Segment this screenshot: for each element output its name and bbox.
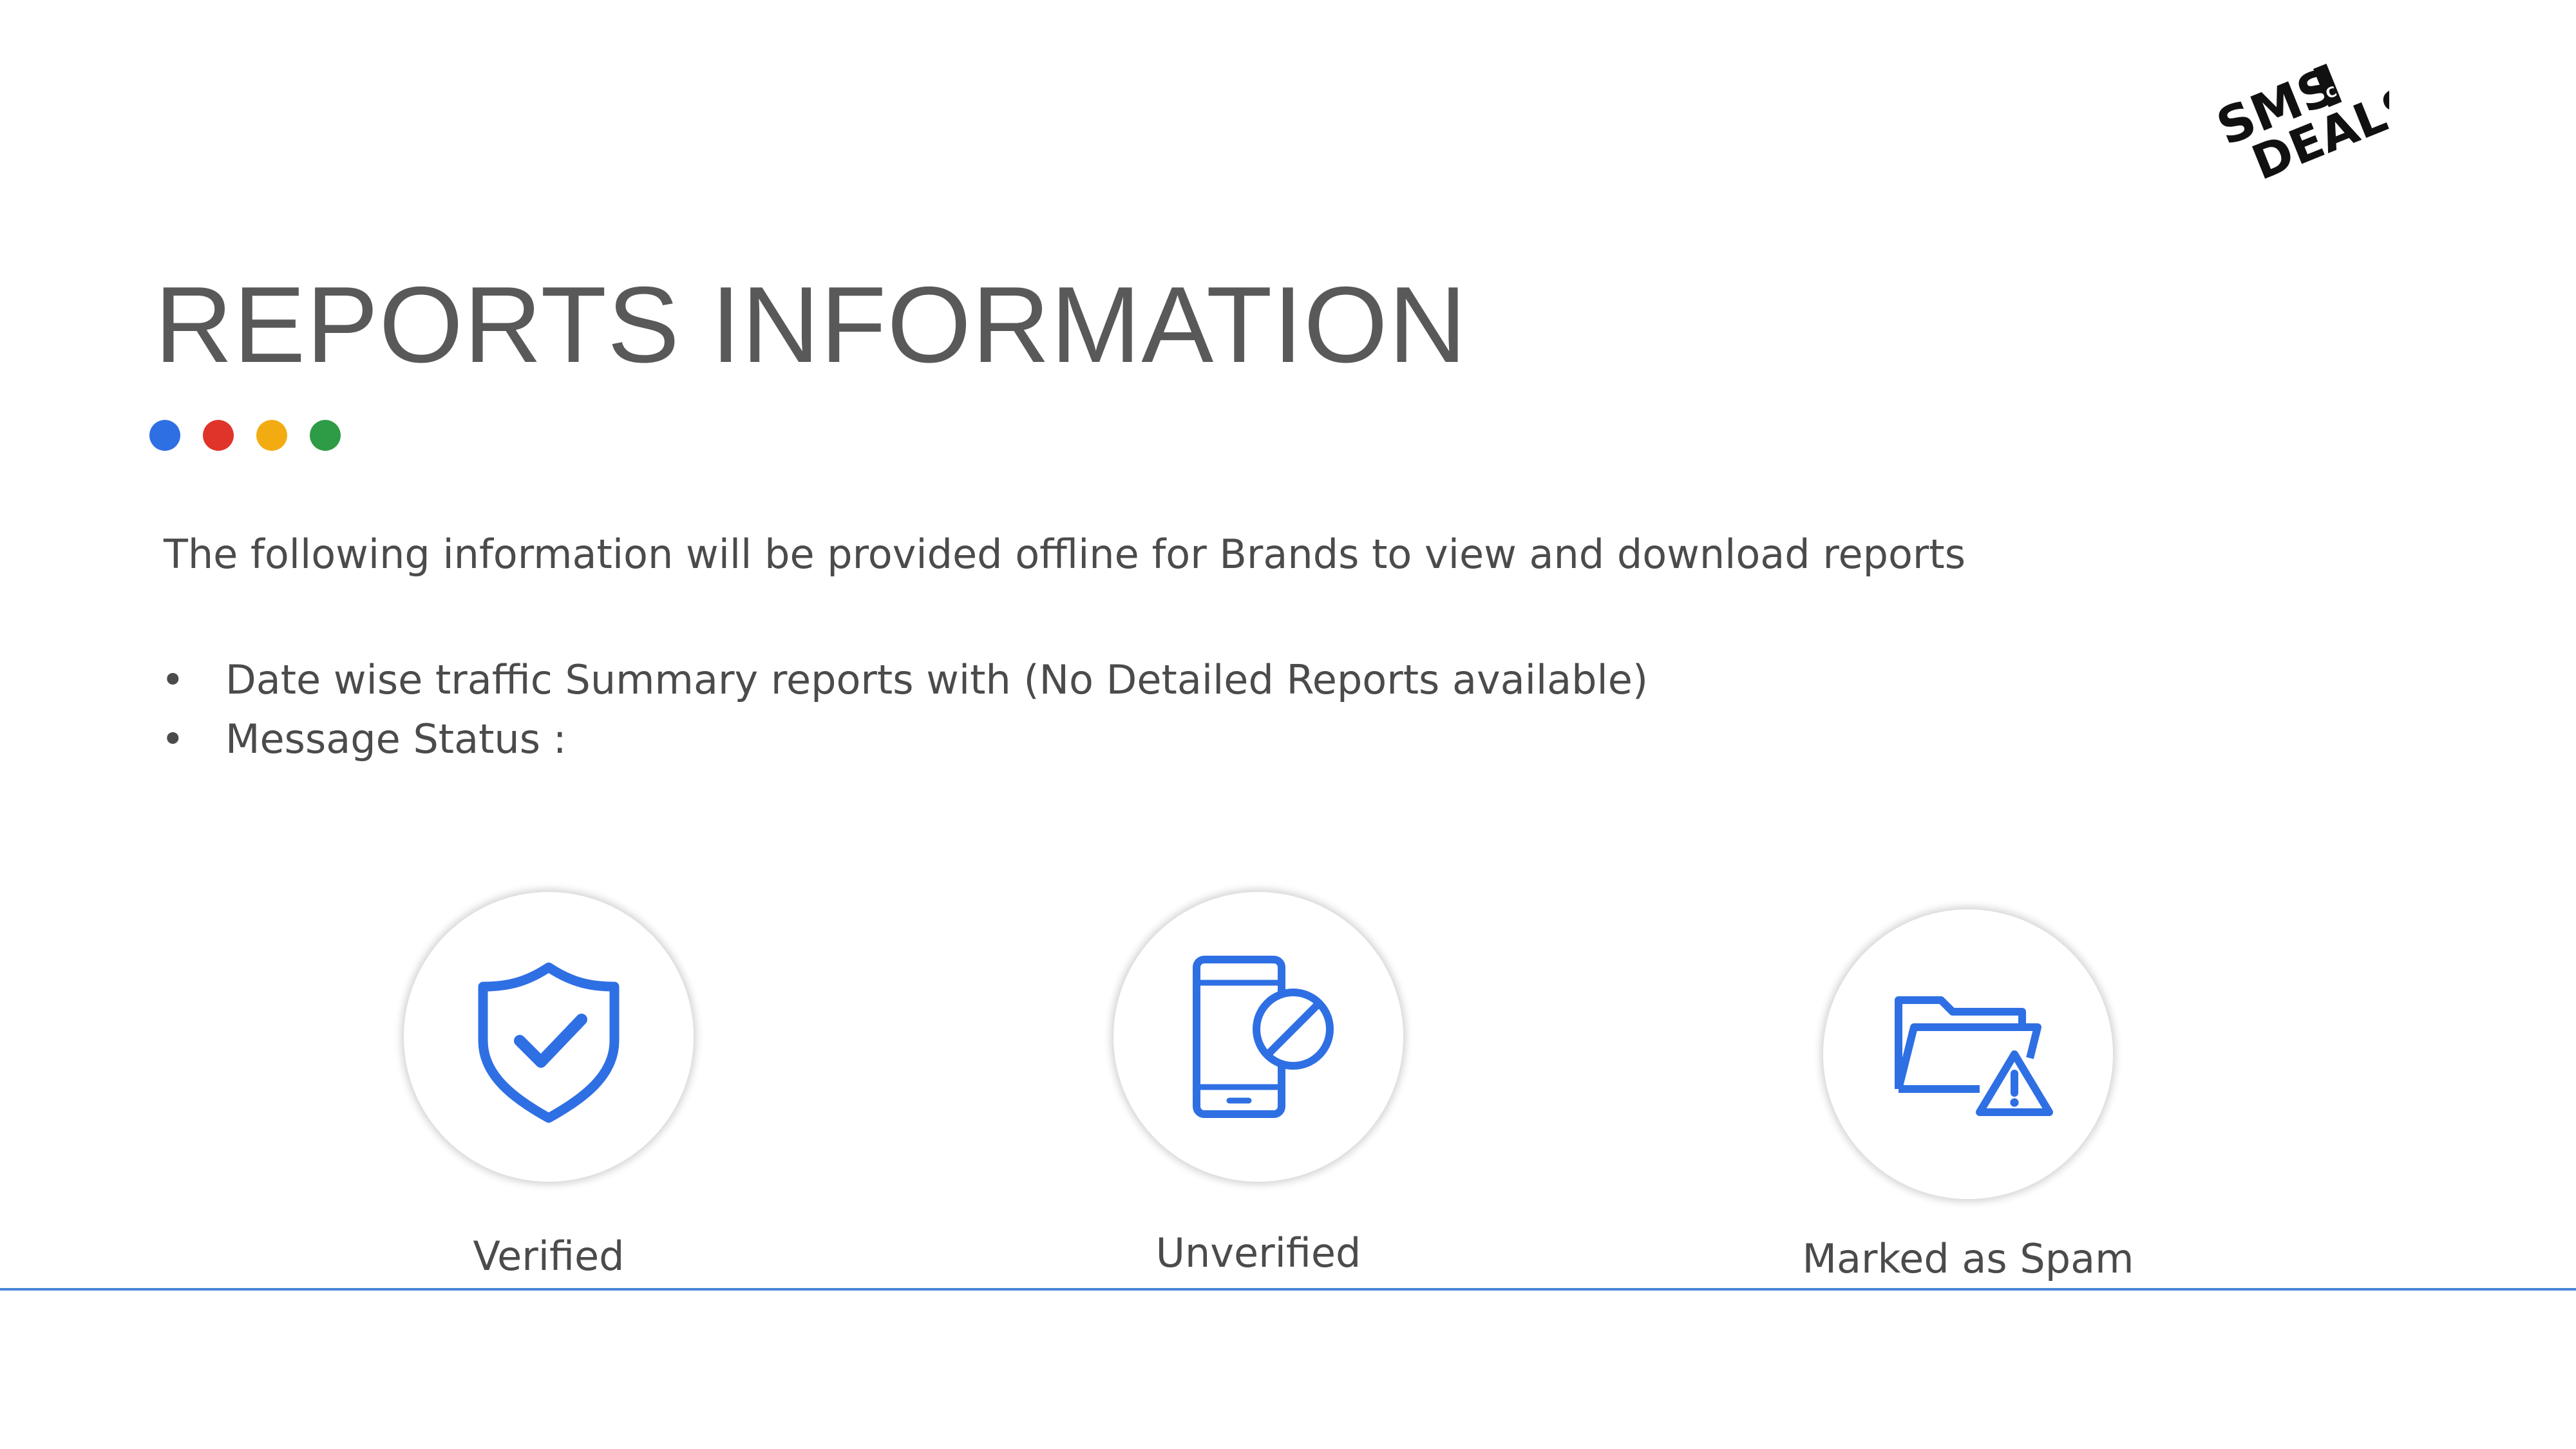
intro-text: The following information will be provid… bbox=[164, 531, 1966, 578]
bullet-text: Message Status : bbox=[225, 715, 567, 762]
bullet-item-traffic: • Date wise traffic Summary reports with… bbox=[161, 650, 1648, 710]
bullet-mark: • bbox=[161, 656, 185, 703]
bullet-mark: • bbox=[161, 715, 185, 762]
brand-logo: SMS DEALS C bbox=[2202, 57, 2426, 191]
color-dots bbox=[149, 420, 341, 451]
status-circle bbox=[1113, 892, 1403, 1182]
shield-check-icon bbox=[478, 962, 620, 1123]
bullet-item-status: • Message Status : bbox=[161, 710, 1648, 769]
status-circle bbox=[1823, 909, 2113, 1199]
dot-blue bbox=[149, 420, 180, 451]
dot-yellow bbox=[256, 420, 287, 451]
divider-line bbox=[0, 1288, 2576, 1291]
dot-green bbox=[310, 420, 341, 451]
folder-warning-icon bbox=[1895, 996, 2053, 1116]
bullet-list: • Date wise traffic Summary reports with… bbox=[161, 650, 1648, 769]
phone-blocked-icon bbox=[1193, 956, 1334, 1118]
status-label-unverified: Unverified bbox=[1155, 1229, 1361, 1276]
bullet-text: Date wise traffic Summary reports with (… bbox=[225, 656, 1649, 703]
status-circle bbox=[404, 892, 694, 1182]
status-label-spam: Marked as Spam bbox=[1802, 1235, 2134, 1282]
status-unverified: Unverified bbox=[1052, 892, 1464, 1273]
dot-red bbox=[203, 420, 234, 451]
status-label-verified: Verified bbox=[473, 1233, 625, 1280]
status-spam: Marked as Spam bbox=[1762, 909, 2174, 1279]
page-title: REPORTS INFORMATION bbox=[155, 264, 1468, 385]
brand-logo-graphic: SMS DEALS C bbox=[2209, 57, 2426, 191]
status-verified: Verified bbox=[343, 892, 755, 1276]
